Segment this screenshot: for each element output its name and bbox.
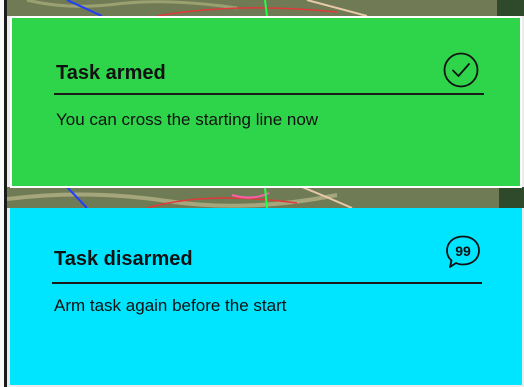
svg-text:99: 99 [455,243,471,259]
app-screen: Task armed You can cross the starting li… [0,0,524,387]
map-image [7,187,524,208]
notification-divider [52,282,482,284]
map-background-middle[interactable] [7,187,524,208]
quote-bubble-icon: 99 [446,235,480,268]
notification-title: Task disarmed [54,248,193,270]
notification-title: Task armed [56,62,166,84]
notification-task-disarmed[interactable]: Task disarmed 99 Arm task again before t… [10,208,522,385]
notification-message: Arm task again before the start [54,296,287,315]
notification-divider [54,93,484,95]
map-image [7,0,524,16]
notification-task-armed[interactable]: Task armed You can cross the starting li… [10,16,522,188]
map-background-top[interactable] [7,0,524,16]
screen-edge-divider [0,0,7,387]
notification-message: You can cross the starting line now [56,110,319,129]
check-circle-icon [443,52,479,88]
